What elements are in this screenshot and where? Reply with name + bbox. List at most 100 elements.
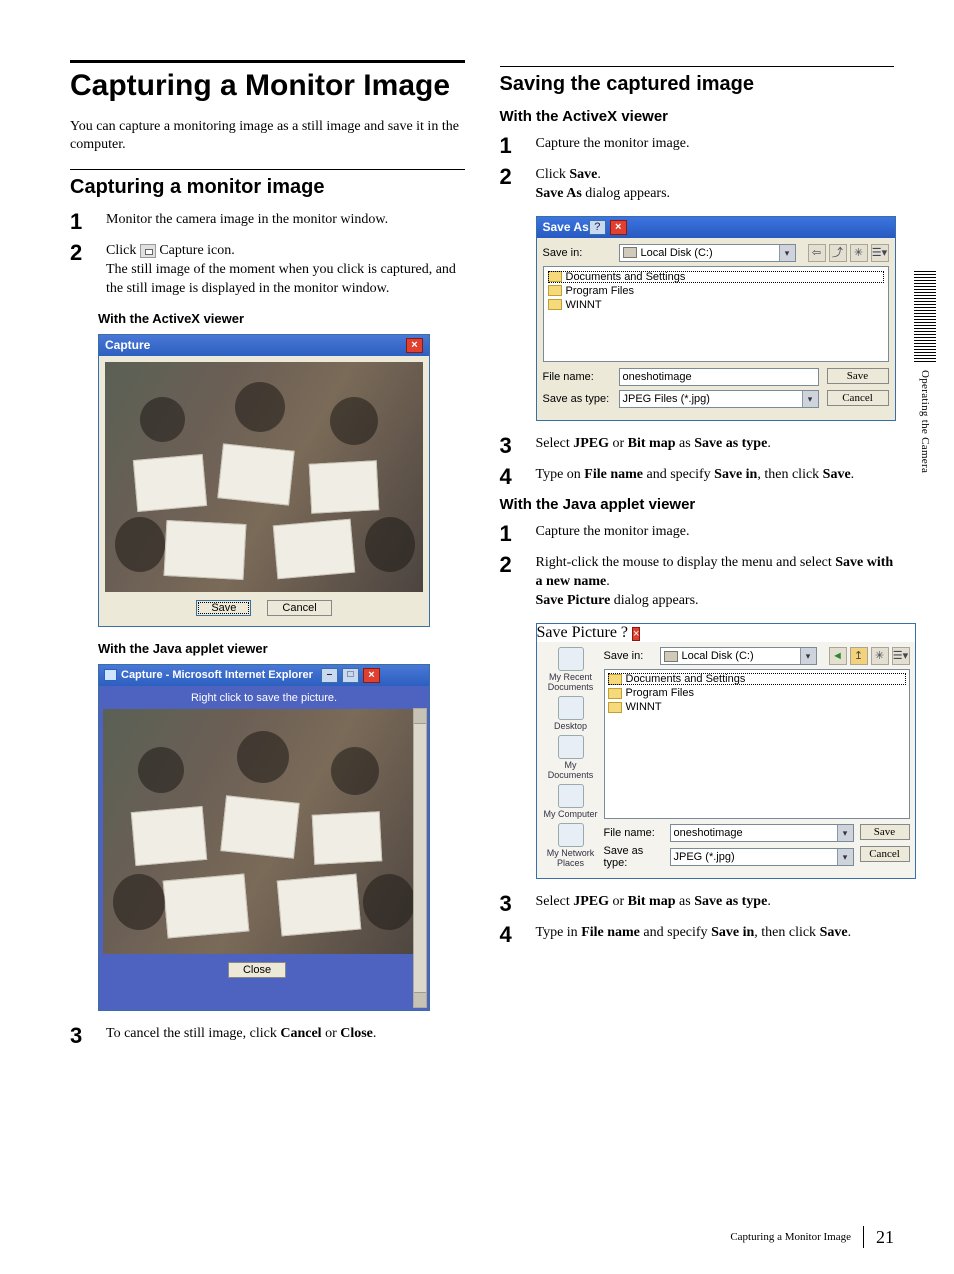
ax-step-3: Select JPEG or Bit map as Save as type. xyxy=(500,435,895,454)
type-combo[interactable]: JPEG (*.jpg)▾ xyxy=(670,848,854,866)
save-button[interactable]: Save xyxy=(860,824,910,840)
close-icon[interactable]: × xyxy=(610,220,627,235)
ie-title-text: Capture - Microsoft Internet Explorer xyxy=(121,669,313,681)
new-folder-icon[interactable]: ✳ xyxy=(871,647,889,665)
minimize-icon[interactable]: – xyxy=(321,668,338,683)
help-icon[interactable]: ? xyxy=(621,624,628,641)
saveas-body: Save in: Local Disk (C:) ▾ ⇦ ⤴ ✳ ☰▾ xyxy=(537,238,895,420)
chevron-down-icon[interactable]: ▾ xyxy=(837,849,853,865)
place-mydocs[interactable]: My Documents xyxy=(542,735,600,780)
rule-above-h1 xyxy=(70,60,465,63)
folder-item: Program Files xyxy=(548,285,884,297)
jv-step-2: Right-click the mouse to display the men… xyxy=(500,554,895,611)
saveas-filelist[interactable]: Documents and Settings Program Files WIN… xyxy=(543,266,889,362)
steps-capturing: Monitor the camera image in the monitor … xyxy=(70,211,465,299)
figure-save-as: Save As ? × Save in: Local Disk (C:) ▾ xyxy=(536,216,896,421)
chevron-down-icon[interactable]: ▾ xyxy=(779,245,795,261)
scrollbar[interactable] xyxy=(413,708,427,1008)
rule-above-h2 xyxy=(70,169,465,170)
section-capturing: Capturing a monitor image xyxy=(70,176,465,199)
ax-step-1: Capture the monitor image. xyxy=(500,135,895,154)
ie-titlebar: Capture - Microsoft Internet Explorer – … xyxy=(99,665,429,686)
disk-icon xyxy=(664,651,678,662)
place-recent[interactable]: My Recent Documents xyxy=(542,647,600,692)
close-icon[interactable]: × xyxy=(406,338,423,353)
chevron-down-icon[interactable]: ▾ xyxy=(800,648,816,664)
save-button[interactable]: Save xyxy=(827,368,889,384)
figure-capture-activex: Capture × xyxy=(98,334,430,627)
recent-icon xyxy=(558,647,584,671)
folder-icon xyxy=(608,688,622,699)
jv-step-4: Type in File name and specify Save in, t… xyxy=(500,924,895,943)
type-label: Save as type: xyxy=(604,845,664,869)
type-combo[interactable]: JPEG Files (*.jpg)▾ xyxy=(619,390,819,408)
filename-input[interactable]: oneshotimage▾ xyxy=(670,824,854,842)
side-tab: Operating the Camera xyxy=(914,270,936,473)
cancel-button[interactable]: Cancel xyxy=(267,600,331,616)
folder-icon xyxy=(608,702,622,713)
close-icon[interactable]: × xyxy=(632,627,640,641)
tab-label: Operating the Camera xyxy=(919,370,931,473)
folder-icon xyxy=(548,299,562,310)
close-button[interactable]: Close xyxy=(228,962,286,978)
ax-step-2: Click Save. Save As dialog appears. xyxy=(500,166,895,204)
jv-step-3: Select JPEG or Bit map as Save as type. xyxy=(500,893,895,912)
savepic-title: Save Picture xyxy=(537,624,617,641)
back-icon[interactable]: ◄ xyxy=(829,647,847,665)
chevron-down-icon[interactable]: ▾ xyxy=(837,825,853,841)
java-client: Right click to save the picture. xyxy=(99,686,429,1010)
cancel-button[interactable]: Cancel xyxy=(827,390,889,406)
savein-combo[interactable]: Local Disk (C:) ▾ xyxy=(660,647,817,665)
page-number: 21 xyxy=(876,1227,894,1248)
back-icon[interactable]: ⇦ xyxy=(808,244,826,262)
savein-value: Local Disk (C:) xyxy=(641,247,713,259)
savein-label: Save in: xyxy=(604,650,654,662)
savein-combo[interactable]: Local Disk (C:) ▾ xyxy=(619,244,796,262)
save-button[interactable]: Save xyxy=(196,600,251,616)
folder-icon xyxy=(548,285,562,296)
figure-capture-java: Capture - Microsoft Internet Explorer – … xyxy=(98,664,430,1011)
footer-title: Capturing a Monitor Image xyxy=(730,1231,851,1243)
capture-title: Capture xyxy=(105,338,150,352)
network-icon xyxy=(558,823,584,847)
cancel-button[interactable]: Cancel xyxy=(860,846,910,862)
steps-save-ax: Capture the monitor image. Click Save. S… xyxy=(500,135,895,204)
place-network[interactable]: My Network Places xyxy=(542,823,600,868)
capture-icon xyxy=(140,244,156,258)
folder-item: WINNT xyxy=(608,701,906,713)
subhead-activex: With the ActiveX viewer xyxy=(98,311,465,326)
step-2: Click Capture icon. The still image of t… xyxy=(70,242,465,299)
subhead-ax-save: With the ActiveX viewer xyxy=(500,108,895,125)
page-title: Capturing a Monitor Image xyxy=(70,69,465,104)
place-desktop[interactable]: Desktop xyxy=(542,696,600,731)
capture-body: Save Cancel xyxy=(99,356,429,626)
saveas-toolbar: ⇦ ⤴ ✳ ☰▾ xyxy=(808,244,889,262)
folder-item: WINNT xyxy=(548,299,884,311)
steps-save-java-cont: Select JPEG or Bit map as Save as type. … xyxy=(500,893,895,943)
maximize-icon[interactable]: □ xyxy=(342,668,359,683)
close-icon[interactable]: × xyxy=(363,668,380,683)
filename-label: File name: xyxy=(604,827,664,839)
savein-label: Save in: xyxy=(543,247,613,259)
savepic-filelist[interactable]: Documents and Settings Program Files WIN… xyxy=(604,669,910,819)
folder-item: Documents and Settings xyxy=(608,673,906,685)
section-saving: Saving the captured image xyxy=(500,73,895,96)
java-hint: Right click to save the picture. xyxy=(103,686,425,709)
up-icon[interactable]: ↥ xyxy=(850,647,868,665)
views-icon[interactable]: ☰▾ xyxy=(871,244,889,262)
up-icon[interactable]: ⤴ xyxy=(829,244,847,262)
captured-photo xyxy=(105,362,423,592)
place-mycomp[interactable]: My Computer xyxy=(542,784,600,819)
help-icon[interactable]: ? xyxy=(589,220,606,235)
chevron-down-icon[interactable]: ▾ xyxy=(802,391,818,407)
footer-divider xyxy=(863,1226,864,1248)
ax-step-4: Type on File name and specify Save in, t… xyxy=(500,466,895,485)
saveas-titlebar: Save As ? × xyxy=(537,217,895,238)
left-column: Capturing a Monitor Image You can captur… xyxy=(70,60,465,1056)
filename-input[interactable]: oneshotimage xyxy=(619,368,819,386)
filename-label: File name: xyxy=(543,371,613,383)
views-icon[interactable]: ☰▾ xyxy=(892,647,910,665)
steps-capturing-cont: To cancel the still image, click Cancel … xyxy=(70,1025,465,1044)
savepic-body: My Recent Documents Desktop My Documents… xyxy=(537,642,915,878)
new-folder-icon[interactable]: ✳ xyxy=(850,244,868,262)
